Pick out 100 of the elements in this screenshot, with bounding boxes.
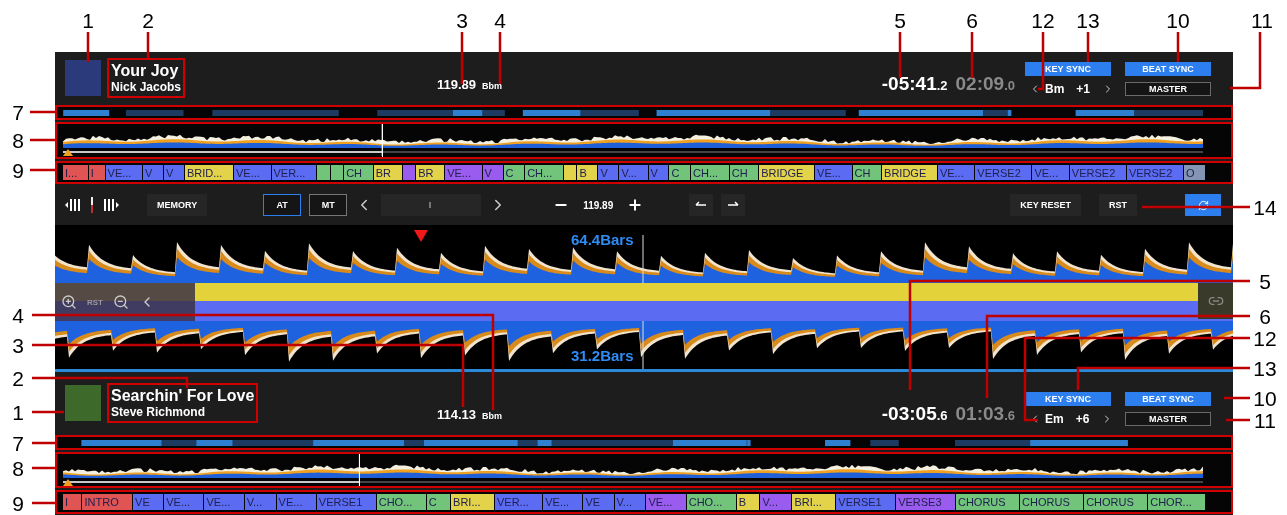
leader-line (1038, 32, 1045, 91)
artist-name: Steve Richmond (111, 404, 207, 420)
sync-icon (1197, 199, 1209, 211)
phrase-segment: BRIDGE (882, 164, 937, 181)
phrase-segment: I (63, 494, 82, 510)
phrase-segment: BR (416, 164, 445, 181)
callout-number: 12 (1031, 9, 1055, 31)
phrase-segment: VE (133, 494, 164, 510)
bpm-field[interactable]: 119.89 (577, 199, 620, 211)
elapsed-time: 02:09.0 (955, 72, 1015, 95)
leader-line (30, 138, 55, 142)
beat-sync-button[interactable]: BEAT SYNC (1125, 391, 1211, 406)
callout-number: 8 (12, 129, 24, 151)
callout-number: 10 (1253, 387, 1277, 409)
key-shift: +6 (1075, 411, 1090, 426)
phrase-segment: VE... (276, 494, 316, 510)
callout-number: 3 (456, 9, 468, 31)
beat-jump-icon[interactable] (65, 198, 81, 213)
phrase-segment: VE... (445, 164, 482, 181)
zoom-out-icon[interactable] (113, 294, 129, 311)
mode-tab[interactable]: AT (263, 194, 302, 217)
phrase-segment: VE... (543, 494, 583, 510)
phrase-segment: V (482, 164, 503, 181)
phrase-segment: V... (619, 164, 648, 181)
phrase-segment: VERSE1 (836, 494, 896, 510)
slider-field[interactable] (381, 194, 482, 217)
bars-label: 31.2Bars (571, 347, 634, 365)
current-key: Em (1045, 411, 1064, 426)
phrase-segment: VE... (164, 494, 204, 510)
phrase-segment: VE... (105, 164, 142, 181)
phrase-segment: CH (852, 164, 882, 181)
leader-line (30, 110, 55, 114)
phrase-segment: VERSE2 (1069, 164, 1126, 181)
key-reset-button[interactable]: KEY RESET (1010, 194, 1081, 217)
master-button[interactable]: MASTER (1125, 81, 1211, 96)
callout-number: 5 (894, 9, 906, 31)
phrase-segment: INTRO (82, 494, 133, 510)
callout-number: 10 (1166, 9, 1190, 31)
key-sync-button[interactable]: KEY SYNC (1025, 61, 1111, 76)
phrase-segment: V... (760, 494, 792, 510)
phrase-segment: BRIDGE (759, 164, 815, 181)
leader-line (30, 168, 55, 172)
phrase-segment: VERSE2 (1126, 164, 1183, 181)
arrow-right-button[interactable] (721, 194, 746, 217)
callout-number: 1 (12, 401, 24, 423)
phrase-segment: VE... (937, 164, 975, 181)
beat-sync-button[interactable]: BEAT SYNC (1125, 61, 1211, 76)
phrase-segment: B (577, 164, 598, 181)
link-button[interactable] (1198, 283, 1233, 320)
callout-number: 3 (12, 334, 24, 356)
artist-name: Nick Jacobs (111, 79, 182, 95)
phrase-segment: BR (373, 164, 402, 181)
phrase-segment: CH... (525, 164, 563, 181)
reset-button[interactable]: RST (1099, 194, 1137, 217)
phrase-segment: CHO... (376, 494, 426, 510)
phrase-segment: V (648, 164, 669, 181)
bpm-value: 119.89 (437, 76, 477, 92)
phrase-segment: BRI... (792, 494, 836, 510)
callout-number: 4 (494, 9, 506, 31)
track-key: Bbm (482, 410, 503, 421)
key-shift: +1 (1076, 81, 1091, 96)
phrase-segment: V... (244, 494, 276, 510)
phrase-segment: I... (63, 164, 88, 181)
callout-number: 13 (1076, 9, 1100, 31)
memory-button[interactable]: MEMORY (147, 194, 208, 217)
album-art-placeholder (65, 59, 101, 96)
arrow-left-button[interactable] (689, 194, 714, 217)
leader-line (86, 32, 90, 62)
remaining-time: -03:05.6 (881, 402, 948, 425)
callout-number: 2 (12, 367, 24, 389)
leader-line (498, 32, 502, 84)
phrase-segment: BRID... (184, 164, 234, 181)
callout-number: 11 (1254, 409, 1276, 431)
current-key: Bm (1045, 81, 1065, 96)
phrase-segment: VE... (234, 164, 271, 181)
callout-number: 1 (82, 9, 94, 31)
phrase-segment: CHORUS (1020, 494, 1084, 510)
phrase-segment: C (503, 164, 525, 181)
track-title: Your Joy (111, 60, 180, 80)
master-button[interactable]: MASTER (1125, 411, 1211, 426)
phrase-segment: CH (344, 164, 373, 181)
zoom-in-icon[interactable] (61, 294, 77, 311)
mode-tab[interactable]: MT (309, 194, 348, 217)
leader-line (32, 501, 55, 505)
phrase-segment: CHO... (686, 494, 736, 510)
zoom-reset-label[interactable]: RST (87, 297, 103, 307)
key-sync-button[interactable]: KEY SYNC (1025, 391, 1111, 406)
leader-line (898, 32, 902, 78)
phrase-segment: VERSE1 (316, 494, 376, 510)
phrase-segment: CHORUS (955, 494, 1020, 510)
phrase-segment: CH (729, 164, 759, 181)
leader-line (146, 32, 150, 58)
callout-number: 8 (12, 457, 24, 479)
phrase-segment: I (88, 164, 105, 181)
bpm-value: 114.13 (437, 406, 477, 422)
sync-button[interactable] (1185, 194, 1221, 217)
phrase-segment: C (669, 164, 691, 181)
callout-number: 6 (1259, 305, 1271, 327)
callout-number: 4 (12, 304, 24, 326)
beat-jump-icon[interactable] (103, 198, 119, 213)
